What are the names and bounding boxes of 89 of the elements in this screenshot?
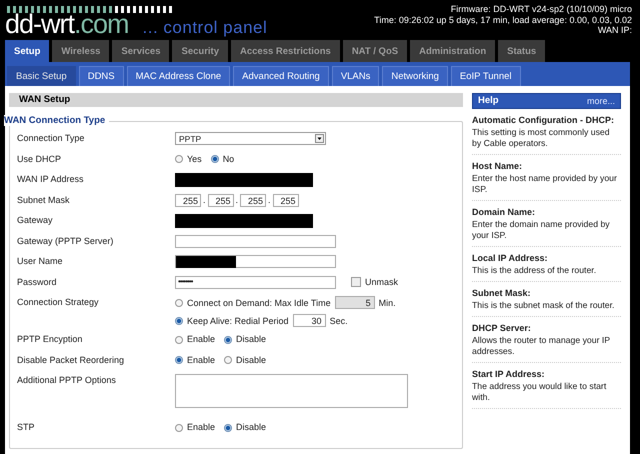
help-text: Allows the router to manage your IP addresses. xyxy=(472,335,611,357)
radio-button[interactable] xyxy=(175,424,183,432)
help-text: Enter the domain name provided by your ISP. xyxy=(472,219,611,241)
field-label: Password xyxy=(17,276,58,288)
help-heading: Domain Name: xyxy=(472,207,536,217)
number-field[interactable]: 30 xyxy=(292,314,326,327)
radio-button[interactable] xyxy=(175,356,183,364)
help-text: This is the address of the router. xyxy=(472,265,598,276)
checkbox[interactable] xyxy=(351,277,361,287)
caret-icon xyxy=(315,134,324,143)
field-label: WAN IP Address xyxy=(17,173,85,186)
option-label: No xyxy=(222,152,234,166)
field-label: Connection Strategy xyxy=(17,296,100,309)
option-label: Disable xyxy=(236,354,266,366)
sub-tab[interactable]: MAC Address Clone xyxy=(126,66,230,86)
sub-tab[interactable]: Networking xyxy=(382,66,448,86)
field-label: User Name xyxy=(17,255,64,268)
status-info: Time: 09:26:02 up 5 days, 17 min, load average: 0.00, 0.03, 0.02 xyxy=(374,14,632,25)
radio-button[interactable] xyxy=(224,424,232,432)
sub-tab[interactable]: VLANs xyxy=(332,66,380,86)
main-tab[interactable]: Security xyxy=(172,40,228,62)
ip-separator: . xyxy=(268,195,271,205)
unit-label: Sec. xyxy=(330,316,348,326)
logo-tagline: ... control panel xyxy=(142,18,268,38)
help-text: This is the subnet mask of the router. xyxy=(472,300,616,311)
ip-separator: . xyxy=(236,195,238,205)
section-title: WAN Setup xyxy=(9,93,463,107)
main-tab[interactable]: Administration xyxy=(410,40,496,62)
checkbox-label: Unmask xyxy=(365,276,398,288)
help-text: The address you would like to start with. xyxy=(472,381,608,403)
main-tab[interactable]: Setup xyxy=(5,40,50,62)
radio-button[interactable] xyxy=(210,155,219,163)
help-heading: Start IP Address: xyxy=(472,369,546,379)
option-label: Keep Alive: Redial Period xyxy=(187,316,289,326)
help-heading: Local IP Address: xyxy=(472,253,549,263)
field-label: STP xyxy=(17,421,36,434)
field-label: Additional PPTP Options xyxy=(17,374,117,387)
option-label: Yes xyxy=(187,152,202,166)
radio-button[interactable] xyxy=(175,336,183,344)
text-field[interactable] xyxy=(175,255,336,268)
more-link[interactable]: more... xyxy=(586,96,615,106)
option-label: Disable xyxy=(236,421,266,434)
status-info: Firmware: DD-WRT v24-sp2 (10/10/09) micro xyxy=(450,4,632,14)
main-tab[interactable]: Services xyxy=(112,40,170,62)
ip-octet-field[interactable]: 255 xyxy=(208,194,234,206)
status-info: WAN IP: xyxy=(598,25,632,36)
help-heading: Host Name: xyxy=(472,161,524,171)
field-label: Gateway (PPTP Server) xyxy=(17,234,114,248)
radio-button[interactable] xyxy=(224,356,232,364)
help-text: This setting is most commonly used by Cable operators. xyxy=(472,127,611,149)
ip-separator: . xyxy=(203,195,206,205)
text-field[interactable] xyxy=(175,234,336,248)
sub-tab[interactable]: EoIP Tunnel xyxy=(450,66,521,86)
radio-button[interactable] xyxy=(224,336,232,344)
field-label: PPTP Encyption xyxy=(17,333,84,346)
sub-tab[interactable]: Advanced Routing xyxy=(233,66,329,86)
logo-text: dd-wrt.com xyxy=(5,10,129,38)
field-label: Disable Packet Reordering xyxy=(17,354,126,366)
connection-type-select[interactable]: PPTP xyxy=(175,132,326,145)
option-label: Connect on Demand: Max Idle Time xyxy=(187,298,331,308)
main-tab[interactable]: Access Restrictions xyxy=(230,40,340,62)
option-label: Enable xyxy=(187,354,216,366)
fieldset-legend: WAN Connection Type xyxy=(4,115,110,126)
main-tab[interactable]: Status xyxy=(498,40,546,62)
main-tab[interactable]: Wireless xyxy=(52,40,110,62)
options-textarea[interactable] xyxy=(175,374,408,408)
main-tab[interactable]: NAT / QoS xyxy=(342,40,408,62)
password-field[interactable]: •••••••• xyxy=(175,276,336,288)
ip-octet-field[interactable]: 255 xyxy=(272,194,299,206)
option-label: Enable xyxy=(187,421,216,434)
ip-octet-field[interactable]: 255 xyxy=(240,194,266,206)
sub-tab[interactable]: DDNS xyxy=(78,66,124,86)
help-heading: DHCP Server: xyxy=(472,323,532,333)
help-heading: Subnet Mask: xyxy=(472,288,532,298)
sub-tab[interactable]: Basic Setup xyxy=(7,66,76,86)
radio-button[interactable] xyxy=(175,316,183,324)
help-title: Help xyxy=(478,96,499,106)
option-label: Disable xyxy=(236,333,266,346)
unit-label: Min. xyxy=(378,298,396,308)
field-label: Gateway xyxy=(17,214,54,227)
field-label: Use DHCP xyxy=(17,152,62,166)
help-heading: Automatic Configuration - DHCP: xyxy=(472,115,615,125)
help-text: Enter the host name provided by your ISP. xyxy=(472,173,618,195)
ip-octet-field[interactable]: 255 xyxy=(175,194,201,206)
field-label: Connection Type xyxy=(17,132,86,145)
option-label: Enable xyxy=(187,333,216,346)
redacted-text xyxy=(176,256,236,268)
field-label: Subnet Mask xyxy=(17,194,71,206)
radio-button[interactable] xyxy=(175,155,183,163)
